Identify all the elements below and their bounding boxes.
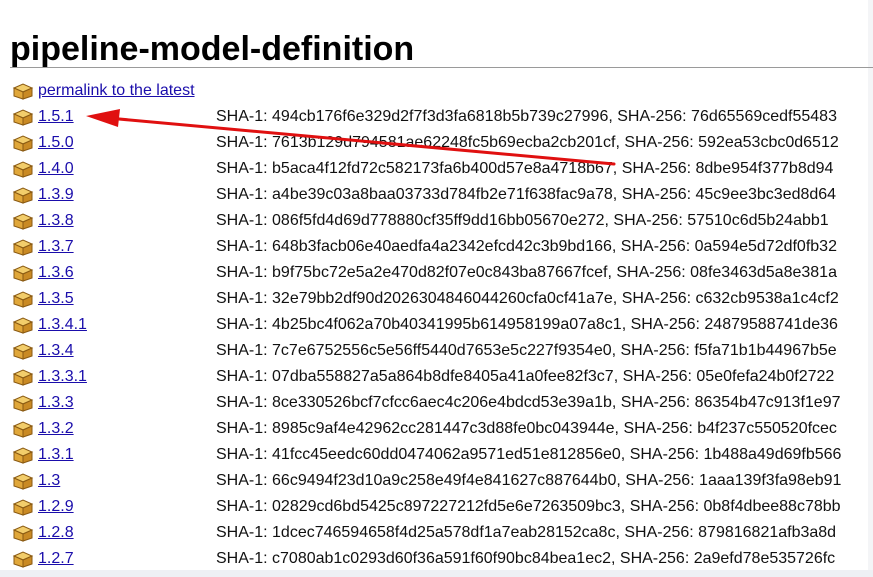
release-row: 1.5.1 SHA-1: 494cb176f6e329d2f7f3d3fa6818… <box>0 104 873 130</box>
release-version-link[interactable]: 1.3.3 <box>38 393 74 413</box>
package-icon <box>12 135 34 152</box>
release-version-link[interactable]: 1.3.5 <box>38 289 74 309</box>
release-list: permalink to the latest 1.5.1 SHA-1: 494c… <box>0 78 873 570</box>
release-version-link[interactable]: 1.3.1 <box>38 445 74 465</box>
release-version-link[interactable]: 1.3.3.1 <box>38 367 87 387</box>
release-checksums: SHA-1: 648b3facb06e40aedfa4a2342efcd42c3… <box>216 238 837 255</box>
release-checksums: SHA-1: 086f5fd4d69d778880cf35ff9dd16bb05… <box>216 212 829 229</box>
package-icon <box>12 83 34 100</box>
release-row: 1.3.9 SHA-1: a4be39c03a8baa03733d784fb2e7… <box>0 182 873 208</box>
package-icon <box>12 109 34 126</box>
release-checksums: SHA-1: 8ce330526bcf7cfcc6aec4c206e4bdcd5… <box>216 394 841 411</box>
release-checksums: SHA-1: 41fcc45eedc60dd0474062a9571ed51e8… <box>216 446 842 463</box>
release-version-link[interactable]: 1.3.9 <box>38 185 74 205</box>
release-row: 1.2.7 SHA-1: c7080ab1c0293d60f36a591f60f9… <box>0 546 873 570</box>
release-row: 1.3.4.1 SHA-1: 4b25bc4f062a70b40341995b61… <box>0 312 873 338</box>
release-row: 1.4.0 SHA-1: b5aca4f12fd72c582173fa6b400d… <box>0 156 873 182</box>
package-icon <box>12 213 34 230</box>
permalink-latest-link[interactable]: permalink to the latest <box>38 81 195 101</box>
release-checksums: SHA-1: 32e79bb2df90d2026304846044260cfa0… <box>216 290 839 307</box>
release-checksums: SHA-1: 66c9494f23d10a9c258e49f4e841627c8… <box>216 472 842 489</box>
release-row: 1.3.6 SHA-1: b9f75bc72e5a2e470d82f07e0c84… <box>0 260 873 286</box>
release-version-link[interactable]: 1.2.7 <box>38 549 74 569</box>
release-row: 1.3.3.1 SHA-1: 07dba558827a5a864b8dfe8405… <box>0 364 873 390</box>
package-icon <box>12 551 34 568</box>
package-icon <box>12 187 34 204</box>
release-row: 1.5.0 SHA-1: 7613b129d794581ae62248fc5b69… <box>0 130 873 156</box>
package-icon <box>12 369 34 386</box>
release-checksums: SHA-1: 4b25bc4f062a70b40341995b614958199… <box>216 316 838 333</box>
package-icon <box>12 447 34 464</box>
release-version-link[interactable]: 1.3.7 <box>38 237 74 257</box>
release-row: 1.3.2 SHA-1: 8985c9af4e42962cc281447c3d88… <box>0 416 873 442</box>
package-icon <box>12 421 34 438</box>
release-row: 1.3.3 SHA-1: 8ce330526bcf7cfcc6aec4c206e4… <box>0 390 873 416</box>
release-version-link[interactable]: 1.3.8 <box>38 211 74 231</box>
release-checksums: SHA-1: 7c7e6752556c5e56ff5440d7653e5c227… <box>216 342 837 359</box>
release-version-link[interactable]: 1.4.0 <box>38 159 74 179</box>
release-version-link[interactable]: 1.2.9 <box>38 497 74 517</box>
release-checksums: SHA-1: 1dcec746594658f4d25a578df1a7eab28… <box>216 524 837 541</box>
package-icon <box>12 525 34 542</box>
release-checksums: SHA-1: 8985c9af4e42962cc281447c3d88fe0bc… <box>216 420 837 437</box>
release-version-link[interactable]: 1.5.0 <box>38 133 74 153</box>
release-checksums: SHA-1: b9f75bc72e5a2e470d82f07e0c843ba87… <box>216 264 837 281</box>
release-row: 1.2.9 SHA-1: 02829cd6bd5425c897227212fd5e… <box>0 494 873 520</box>
window-bottom-edge <box>0 570 873 577</box>
release-checksums: SHA-1: a4be39c03a8baa03733d784fb2e71f638… <box>216 186 837 203</box>
package-icon <box>12 499 34 516</box>
release-version-link[interactable]: 1.3.2 <box>38 419 74 439</box>
release-row: 1.3 SHA-1: 66c9494f23d10a9c258e49f4e84162… <box>0 468 873 494</box>
package-icon <box>12 473 34 490</box>
release-checksums: SHA-1: b5aca4f12fd72c582173fa6b400d57e8a… <box>216 160 834 177</box>
release-checksums: SHA-1: 02829cd6bd5425c897227212fd5e6e726… <box>216 498 841 515</box>
release-version-link[interactable]: 1.3 <box>38 471 60 491</box>
release-version-link[interactable]: 1.5.1 <box>38 107 74 127</box>
permalink-row: permalink to the latest <box>0 78 873 104</box>
release-row: 1.3.4 SHA-1: 7c7e6752556c5e56ff5440d7653e… <box>0 338 873 364</box>
package-icon <box>12 343 34 360</box>
package-icon <box>12 317 34 334</box>
release-version-link[interactable]: 1.3.4 <box>38 341 74 361</box>
package-icon <box>12 395 34 412</box>
release-version-link[interactable]: 1.2.8 <box>38 523 74 543</box>
release-checksums: SHA-1: 7613b129d794581ae62248fc5b69ecba2… <box>216 134 839 151</box>
release-row: 1.3.5 SHA-1: 32e79bb2df90d202630484604426… <box>0 286 873 312</box>
release-checksums: SHA-1: 494cb176f6e329d2f7f3d3fa6818b5b73… <box>216 108 837 125</box>
title-divider <box>10 67 873 68</box>
page-title: pipeline-model-definition <box>10 29 415 68</box>
package-icon <box>12 265 34 282</box>
release-row: 1.3.8 SHA-1: 086f5fd4d69d778880cf35ff9dd1… <box>0 208 873 234</box>
package-icon <box>12 161 34 178</box>
release-row: 1.2.8 SHA-1: 1dcec746594658f4d25a578df1a7… <box>0 520 873 546</box>
release-version-link[interactable]: 1.3.4.1 <box>38 315 87 335</box>
release-row: 1.3.1 SHA-1: 41fcc45eedc60dd0474062a9571e… <box>0 442 873 468</box>
package-icon <box>12 239 34 256</box>
release-version-link[interactable]: 1.3.6 <box>38 263 74 283</box>
release-checksums: SHA-1: 07dba558827a5a864b8dfe8405a41a0fe… <box>216 368 835 385</box>
package-icon <box>12 291 34 308</box>
release-row: 1.3.7 SHA-1: 648b3facb06e40aedfa4a2342efc… <box>0 234 873 260</box>
release-checksums: SHA-1: c7080ab1c0293d60f36a591f60f90bc84… <box>216 550 836 567</box>
